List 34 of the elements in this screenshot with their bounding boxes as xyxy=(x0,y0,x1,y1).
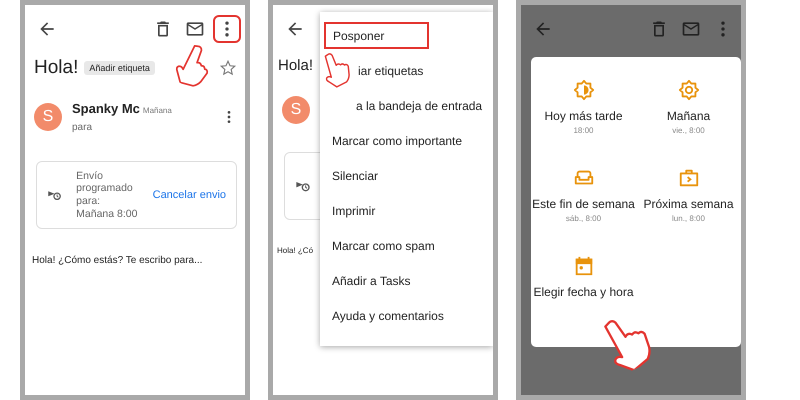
menu-item[interactable]: Marcar como spam xyxy=(320,228,493,263)
snooze-option[interactable]: Mañana xyxy=(666,109,710,124)
snooze-time: sáb., 8:00 xyxy=(566,214,602,224)
snooze-option[interactable]: Hoy más tarde xyxy=(544,109,623,124)
message-body: Hola! ¿Cómo estás? Te escribo para... xyxy=(32,255,204,266)
snooze-time: 18:00 xyxy=(573,126,594,136)
menu-item[interactable]: Marcar como importante xyxy=(320,123,493,158)
label-chip[interactable]: Añadir etiqueta xyxy=(84,61,155,75)
star-icon[interactable] xyxy=(219,59,237,77)
menu-item[interactable]: Posponer xyxy=(320,18,433,53)
cancel-send-link[interactable]: Cancelar envio xyxy=(152,189,226,201)
menu-item[interactable]: Añadir a Tasks xyxy=(320,263,493,298)
recipient-label: para xyxy=(72,122,94,133)
menu-item[interactable]: Imprimir xyxy=(320,193,493,228)
menu-item[interactable]: Silenciar xyxy=(320,158,493,193)
sender-avatar: S xyxy=(34,103,62,131)
half-sun-icon[interactable] xyxy=(572,79,594,101)
menu-item[interactable]: a la bandeja de entrada xyxy=(320,88,493,123)
snooze-option[interactable]: Próxima semana xyxy=(643,197,734,212)
sender-avatar: S xyxy=(282,96,310,124)
snooze-option[interactable]: Este fin de semana xyxy=(532,197,635,212)
briefcase-icon[interactable] xyxy=(678,167,700,189)
snooze-time: lun., 8:00 xyxy=(672,214,705,224)
snooze-time: vie., 8:00 xyxy=(672,126,705,136)
scheduled-send-text: Envío programado para: Mañana 8:00 xyxy=(76,170,138,220)
sun-icon[interactable] xyxy=(678,79,700,101)
sender-name: Spanky Mc xyxy=(72,101,140,116)
email-subject: Hola! xyxy=(34,57,78,79)
snooze-option[interactable]: Elegir fecha y hora xyxy=(533,285,634,300)
message-body: Hola! ¿Có xyxy=(277,246,314,255)
message-time: Mañana xyxy=(142,106,172,115)
menu-item[interactable]: iar etiquetas xyxy=(320,53,493,88)
menu-item[interactable]: Ayuda y comentarios xyxy=(320,298,493,333)
email-subject: Hola! xyxy=(278,57,314,74)
